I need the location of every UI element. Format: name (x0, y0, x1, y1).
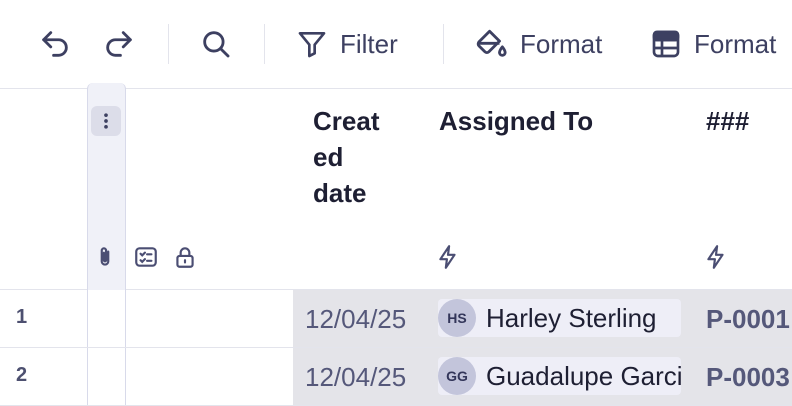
header-line: Creat (313, 106, 380, 136)
data-grid: Creat ed date Assigned To ### 1 12/04/25… (0, 83, 792, 406)
header-line: date (313, 178, 367, 208)
table-icon (652, 30, 680, 58)
table-row[interactable]: 2 12/04/25 GG Guadalupe Garcia P-0003 (0, 348, 792, 406)
format-button[interactable]: Format (474, 22, 602, 66)
undo-icon (42, 31, 68, 57)
format-table-label: Format (694, 28, 777, 59)
avatar: HS (438, 299, 476, 337)
id-cell[interactable]: P-0001 (706, 304, 790, 335)
created-date-cell[interactable]: 12/04/25 (305, 304, 406, 335)
assignee-name: Harley Sterling (486, 302, 657, 333)
format-label: Format (520, 28, 603, 59)
row-selected-column-cell[interactable] (87, 290, 126, 347)
undo-button[interactable] (38, 22, 72, 66)
checklist-icon[interactable] (133, 242, 159, 277)
more-vertical-icon (104, 113, 108, 129)
toolbar-divider (264, 24, 265, 64)
search-icon (203, 31, 230, 58)
column-menu-button[interactable] (91, 106, 121, 136)
lightning-icon (703, 242, 729, 277)
id-cell[interactable]: P-0003 (706, 362, 790, 393)
attachment-icon[interactable] (92, 242, 118, 277)
filter-button[interactable]: Filter (296, 22, 398, 66)
search-button[interactable] (199, 22, 233, 66)
filter-icon (298, 32, 326, 58)
grid-header: Creat ed date Assigned To ### (0, 83, 792, 394)
redo-button[interactable] (102, 22, 136, 66)
column-header-assigned-to[interactable]: Assigned To (439, 103, 593, 139)
avatar: GG (438, 357, 476, 395)
lightning-icon (435, 242, 461, 277)
paint-bucket-icon (476, 29, 507, 57)
redo-icon (106, 31, 132, 57)
toolbar-divider (168, 24, 169, 64)
row-selected-column-cell[interactable] (87, 348, 126, 405)
created-date-cell[interactable]: 12/04/25 (305, 362, 406, 393)
format-table-button[interactable]: Format (650, 22, 776, 66)
assignee-name: Guadalupe Garcia (486, 360, 681, 391)
row-number: 2 (16, 364, 28, 386)
row-number: 1 (16, 306, 28, 328)
toolbar: Filter Format Format (0, 0, 792, 89)
column-header-created-date[interactable]: Creat ed date (313, 103, 379, 211)
assignee-chip[interactable]: GG Guadalupe Garcia (438, 357, 681, 395)
assignee-chip[interactable]: HS Harley Sterling (438, 299, 681, 337)
lock-icon[interactable] (172, 242, 198, 277)
column-header-id[interactable]: ### (706, 103, 749, 139)
filter-label: Filter (340, 28, 398, 59)
header-line: ed (313, 142, 344, 172)
table-row[interactable]: 1 12/04/25 HS Harley Sterling P-0001 (0, 290, 792, 348)
toolbar-divider (443, 24, 444, 64)
